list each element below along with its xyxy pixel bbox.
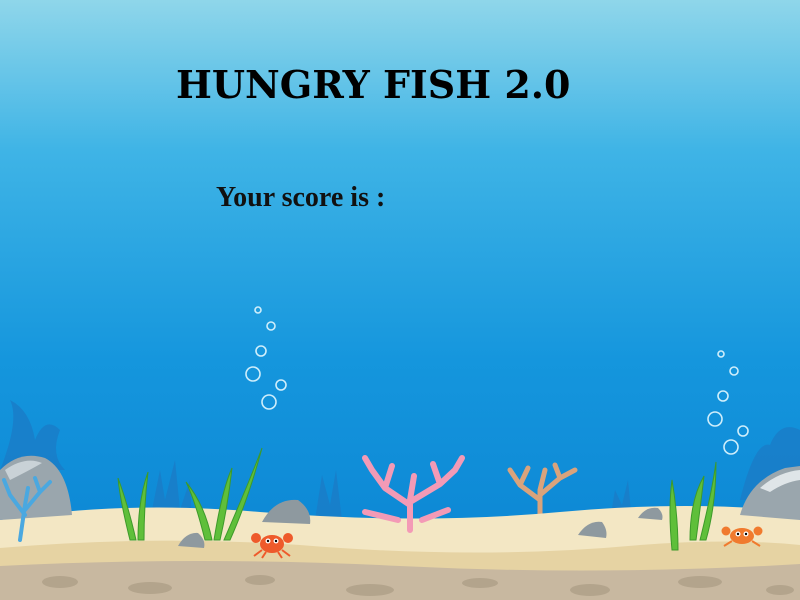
game-canvas: HUNGRY FISH 2.0 Your score is : xyxy=(0,0,800,600)
coral-icon xyxy=(507,462,578,518)
score-label: Your score is : xyxy=(216,182,386,213)
game-title: HUNGRY FISH 2.0 xyxy=(176,62,571,107)
rock-icon xyxy=(0,455,72,520)
bubble-icon xyxy=(245,306,749,455)
